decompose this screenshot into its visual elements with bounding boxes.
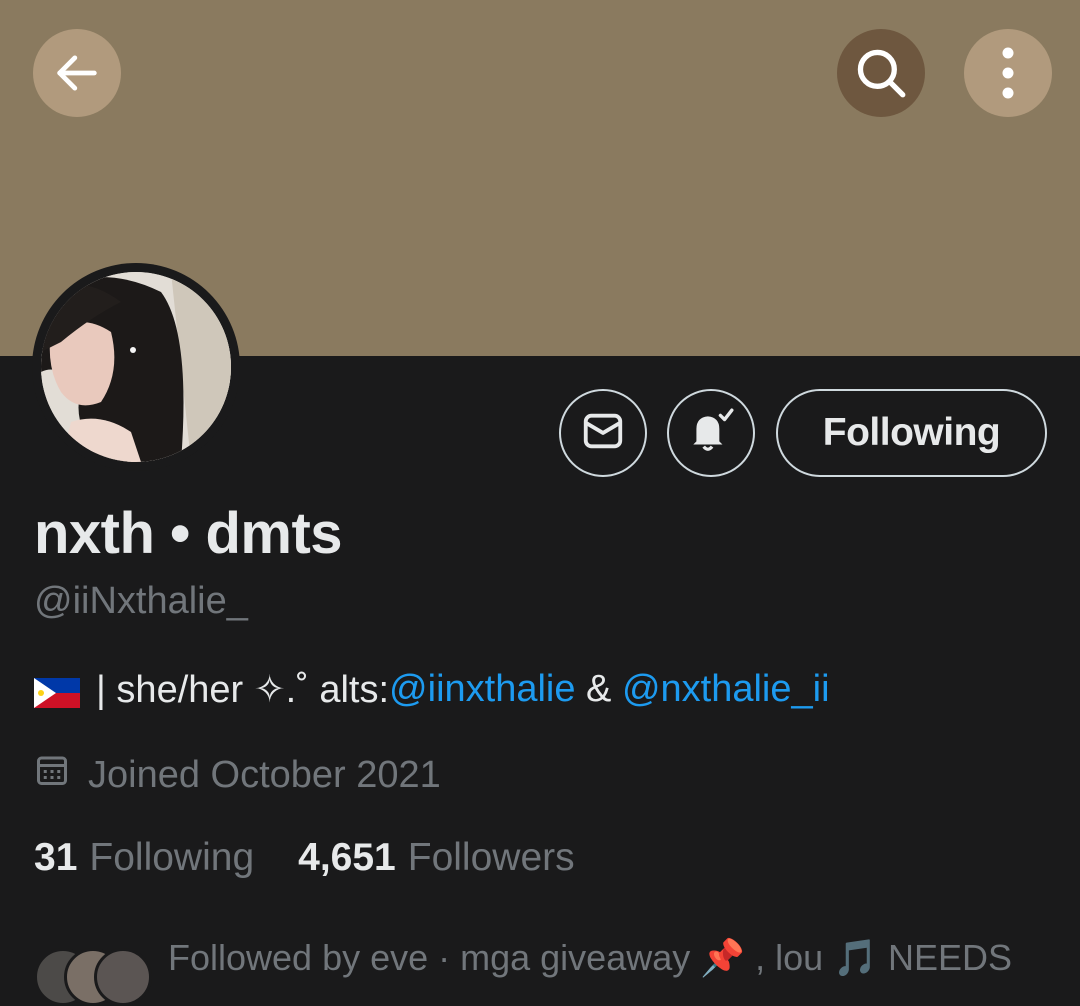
profile-handle: @iiNxthalie_ (34, 580, 248, 622)
back-button[interactable] (33, 29, 121, 117)
followers-count: 4,651 (298, 836, 396, 879)
notifications-button[interactable] (667, 389, 755, 477)
followed-by-text: Followed by eve · mga giveaway 📌 , lou 🎵… (168, 937, 1012, 978)
bio-text: | she/her ✧.˚ alts: (96, 669, 390, 711)
following-stat[interactable]: 31 Following (34, 836, 254, 880)
arrow-left-icon (51, 47, 103, 99)
bio-separator: & (575, 668, 622, 710)
avatar (94, 948, 152, 1006)
calendar-icon (34, 752, 88, 798)
message-button[interactable] (559, 389, 647, 477)
mail-icon (580, 408, 626, 459)
avatar-photo (41, 272, 231, 462)
following-label: Following (89, 836, 255, 879)
following-button[interactable]: Following (776, 389, 1047, 477)
more-vertical-icon (1000, 47, 1016, 99)
more-options-button[interactable] (964, 29, 1052, 117)
joined-text: Joined October 2021 (88, 753, 441, 796)
bell-subscribed-icon (686, 406, 736, 461)
followed-by-row[interactable]: Followed by eve · mga giveaway 📌 , lou 🎵… (34, 937, 1012, 1006)
following-count: 31 (34, 836, 78, 879)
profile-bio: | she/her ✧.˚ alts: @iinxthalie & @nxtha… (34, 667, 830, 712)
display-name: nxth • dmts (34, 501, 343, 566)
followed-by-avatars (34, 938, 152, 1006)
followers-label: Followers (407, 836, 575, 879)
following-button-label: Following (822, 411, 1001, 454)
bio-mention-link[interactable]: @nxthalie_ii (622, 668, 830, 711)
followers-stat[interactable]: 4,651 Followers (298, 836, 574, 880)
joined-date: Joined October 2021 (34, 752, 441, 798)
profile-avatar[interactable] (32, 263, 240, 471)
search-button[interactable] (837, 29, 925, 117)
follow-stats: 31 Following 4,651 Followers (34, 836, 575, 880)
bio-mention-link[interactable]: @iinxthalie (389, 668, 575, 711)
search-icon (852, 44, 910, 102)
philippines-flag-icon (34, 675, 80, 708)
